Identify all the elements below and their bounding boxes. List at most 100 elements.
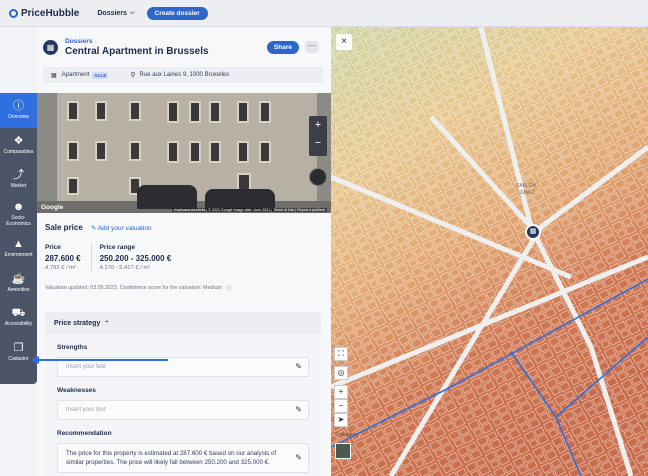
street-view-zoom-control[interactable]: + −	[309, 116, 327, 156]
property-type: Apartment	[61, 72, 90, 78]
valuation-note: Valuation updated: 03.05.2023. Confidenc…	[45, 283, 325, 291]
car	[137, 185, 197, 209]
sidebar-item-amenities[interactable]: ☕ Amenities	[0, 266, 37, 301]
window	[209, 101, 221, 123]
photo-attribution: Keyboard shortcuts | © 2023 Google Image…	[172, 208, 327, 212]
dossier-icon: ▦	[43, 39, 58, 55]
zoom-in-icon[interactable]: +	[334, 385, 348, 399]
pointer-arrow-line	[38, 359, 168, 361]
window	[237, 101, 249, 123]
map-canvas	[331, 27, 648, 476]
sidebar-item-market[interactable]: ⤴ Market	[0, 162, 37, 197]
strengths-placeholder: Insert your text	[66, 364, 106, 370]
sidebar-item-socio-economics[interactable]: ☻ Socio-Economics	[0, 197, 37, 232]
sidebar-item-label: Comparables	[3, 148, 34, 155]
window	[129, 141, 141, 161]
window	[189, 141, 201, 163]
dossier-panel: ▦ Dossiers Central Apartment in Brussels…	[37, 27, 331, 476]
layers-icon: ❐	[13, 341, 24, 354]
edit-pencil-icon[interactable]: ✎	[295, 453, 302, 462]
dossiers-menu-label: Dossiers	[97, 9, 127, 17]
window	[67, 177, 79, 195]
satellite-layer-toggle[interactable]	[335, 443, 351, 459]
logo-text: PriceHubble	[21, 7, 80, 19]
sidebar-item-label: Cadastre	[8, 355, 29, 362]
map-label-sablon: SABLON	[516, 183, 537, 189]
price-label: Price	[45, 244, 61, 251]
price-range-value: 250.200 - 325.000 €	[99, 254, 172, 263]
share-button[interactable]: Share	[266, 41, 299, 54]
weaknesses-label: Weaknesses	[57, 387, 96, 394]
info-icon: ⓘ	[13, 100, 24, 113]
price-strategy-toggle[interactable]: Price strategy ⌃	[45, 312, 321, 334]
price-strategy-title: Price strategy	[54, 319, 101, 327]
info-icon[interactable]: ⓘ	[226, 285, 231, 291]
map-label-zavel: ZAVEL	[520, 190, 536, 196]
chevron-down-icon: ⌵	[129, 9, 135, 16]
window	[167, 141, 179, 163]
add-valuation-link[interactable]: ✎ Add your valuation	[91, 224, 152, 232]
recommendation-text: The price for this property is estimated…	[66, 450, 277, 466]
weaknesses-placeholder: Insert your text	[66, 407, 106, 413]
location-pin-icon: ⚲	[130, 72, 136, 79]
window	[189, 101, 201, 123]
property-pin-icon[interactable]: ▦	[525, 224, 541, 240]
price-range-label: Price range	[99, 244, 136, 251]
building-blocks	[331, 27, 648, 476]
north-arrow-icon[interactable]: ➤	[334, 413, 348, 427]
sale-badge: SALE	[92, 71, 109, 79]
property-info-bar: ▦ Apartment SALE ⚲ Rue aux Laines 9, 100…	[43, 67, 323, 83]
weaknesses-input[interactable]: Insert your text ✎	[57, 400, 309, 420]
pricehubble-logo[interactable]: PriceHubble	[9, 8, 79, 19]
map-view[interactable]: × SABLON ZAVEL ▦ ⛶ ◎ + − ➤ © mapbox	[331, 27, 648, 476]
sale-price-section: Sale price ✎ Add your valuation Price 28…	[45, 223, 325, 291]
compass-icon[interactable]	[309, 168, 327, 186]
window	[237, 141, 249, 163]
recommendation-input[interactable]: The price for this property is estimated…	[57, 443, 309, 473]
mapbox-logo: © mapbox	[335, 432, 358, 438]
car-icon: ⛟	[11, 307, 26, 320]
zoom-out-button[interactable]: −	[309, 134, 327, 152]
chevron-up-icon: ⌃	[104, 320, 110, 327]
strengths-label: Strengths	[57, 344, 88, 351]
price-strategy-card: Price strategy ⌃ Strengths Insert your t…	[45, 312, 321, 476]
page-title: Central Apartment in Brussels	[65, 45, 209, 57]
pencil-icon: ✎	[90, 224, 97, 232]
window	[95, 101, 107, 121]
google-logo: Google	[41, 204, 64, 211]
close-map-button[interactable]: ×	[336, 34, 352, 50]
price-value: 287.600 €	[45, 254, 81, 263]
price-per-m2: 4.793 € / m²	[45, 265, 76, 271]
sidebar-item-overview[interactable]: ⓘ Overview	[0, 93, 37, 128]
sidebar-item-accessibility[interactable]: ⛟ Accessibility	[0, 300, 37, 335]
section-sidebar: ⓘ Overview ❖ Comparables ⤴ Market ☻ Soci…	[0, 93, 37, 384]
sidebar-item-environment[interactable]: ▲ Environment	[0, 231, 37, 266]
locate-icon[interactable]: ◎	[334, 366, 348, 380]
pointer-arrow-head	[31, 356, 39, 364]
window	[67, 101, 79, 121]
market-chart-icon: ⤴	[13, 169, 24, 182]
top-bar: PriceHubble Dossiers ⌵ Create dossier	[0, 0, 648, 27]
zoom-in-button[interactable]: +	[309, 116, 327, 134]
window	[129, 101, 141, 121]
fullscreen-icon[interactable]: ⛶	[334, 347, 348, 361]
add-valuation-label: Add your valuation	[97, 224, 152, 232]
street-view-image[interactable]: + − Google Keyboard shortcuts | © 2023 G…	[37, 93, 331, 213]
valuation-note-text: Valuation updated: 03.05.2023. Confidenc…	[45, 285, 222, 291]
edit-pencil-icon[interactable]: ✎	[295, 362, 302, 371]
create-dossier-button[interactable]: Create dossier	[146, 6, 208, 20]
sidebar-item-comparables[interactable]: ❖ Comparables	[0, 128, 37, 163]
coffee-icon: ☕	[11, 272, 26, 285]
price-range-column: Price range 250.200 - 325.000 € 4.170 - …	[90, 244, 182, 271]
more-options-button[interactable]: ⋯	[305, 41, 319, 53]
breadcrumb-dossiers[interactable]: Dossiers	[65, 38, 209, 45]
edit-pencil-icon[interactable]: ✎	[295, 405, 302, 414]
building-icon: ▦	[51, 72, 57, 79]
zoom-out-icon[interactable]: −	[334, 399, 348, 413]
tags-icon: ❖	[13, 134, 24, 147]
dossiers-menu[interactable]: Dossiers ⌵	[97, 10, 134, 17]
property-address: Rue aux Laines 9, 1000 Bruxelles	[139, 72, 230, 78]
price-column: Price 287.600 € 4.793 € / m²	[45, 244, 91, 271]
sidebar-item-label: Environment	[4, 252, 33, 259]
sidebar-item-label: Accessibility	[4, 321, 33, 328]
